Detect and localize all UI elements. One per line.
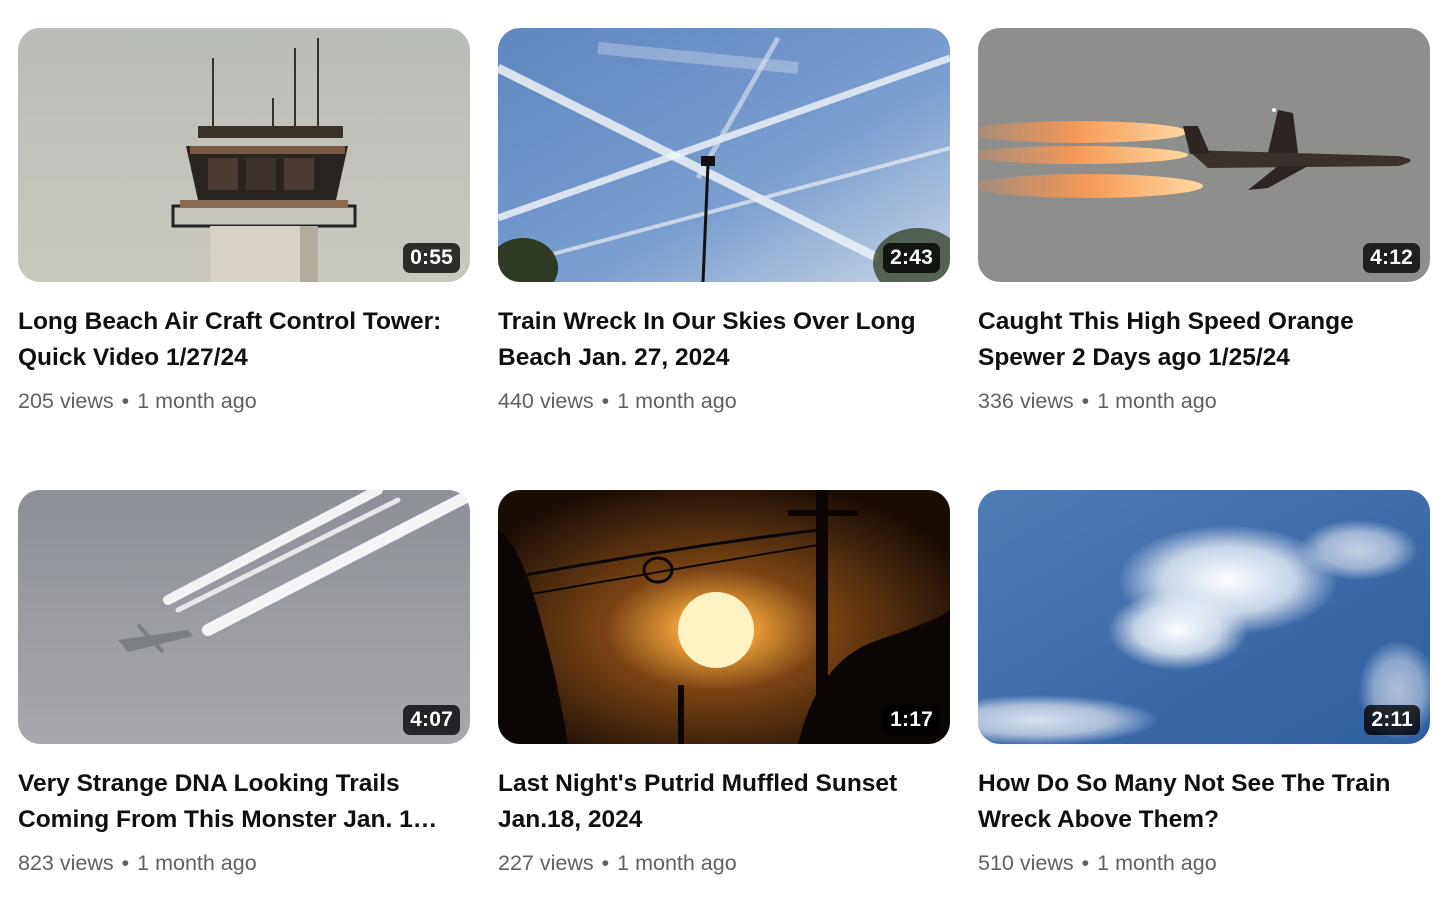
upload-age: 1 month ago: [137, 389, 257, 413]
separator-dot: •: [1081, 851, 1090, 875]
upload-age: 1 month ago: [617, 851, 737, 875]
separator-dot: •: [601, 389, 610, 413]
video-title[interactable]: Train Wreck In Our Skies Over Long Beach…: [498, 304, 938, 376]
video-thumbnail[interactable]: 1:17: [498, 490, 950, 744]
control-tower-image: [18, 28, 470, 282]
duration-badge: 1:17: [883, 705, 940, 735]
separator-dot: •: [601, 851, 610, 875]
view-count: 336 views: [978, 389, 1074, 413]
video-thumbnail[interactable]: 2:11: [978, 490, 1430, 744]
video-title[interactable]: Very Strange DNA Looking Trails Coming F…: [18, 766, 458, 838]
upload-age: 1 month ago: [137, 851, 257, 875]
video-title[interactable]: Last Night's Putrid Muffled Sunset Jan.1…: [498, 766, 938, 838]
video-thumbnail[interactable]: 4:07: [18, 490, 470, 744]
video-card[interactable]: 2:43 Train Wreck In Our Skies Over Long …: [498, 28, 950, 416]
separator-dot: •: [1081, 389, 1090, 413]
jet-with-orange-trails-image: [978, 28, 1430, 282]
view-count: 440 views: [498, 389, 594, 413]
video-metadata: 227 views • 1 month ago: [498, 848, 950, 878]
video-title[interactable]: Long Beach Air Craft Control Tower: Quic…: [18, 304, 458, 376]
video-thumbnail[interactable]: 4:12: [978, 28, 1430, 282]
video-thumbnail[interactable]: 2:43: [498, 28, 950, 282]
upload-age: 1 month ago: [1097, 389, 1217, 413]
duration-badge: 0:55: [403, 243, 460, 273]
video-metadata: 440 views • 1 month ago: [498, 386, 950, 416]
view-count: 510 views: [978, 851, 1074, 875]
duration-badge: 4:07: [403, 705, 460, 735]
video-title[interactable]: How Do So Many Not See The Train Wreck A…: [978, 766, 1418, 838]
video-card[interactable]: 1:17 Last Night's Putrid Muffled Sunset …: [498, 490, 950, 878]
video-metadata: 823 views • 1 month ago: [18, 848, 470, 878]
separator-dot: •: [121, 851, 130, 875]
video-metadata: 510 views • 1 month ago: [978, 848, 1430, 878]
duration-badge: 2:11: [1364, 705, 1420, 735]
crossed-contrails-image: [498, 28, 950, 282]
view-count: 823 views: [18, 851, 114, 875]
video-card[interactable]: 0:55 Long Beach Air Craft Control Tower:…: [18, 28, 470, 416]
duration-badge: 2:43: [883, 243, 940, 273]
upload-age: 1 month ago: [617, 389, 737, 413]
cloud-sky-image: [978, 490, 1430, 744]
video-card[interactable]: 4:07 Very Strange DNA Looking Trails Com…: [18, 490, 470, 878]
duration-badge: 4:12: [1363, 243, 1420, 273]
video-card[interactable]: 2:11 How Do So Many Not See The Train Wr…: [978, 490, 1430, 878]
sunset-image: [498, 490, 950, 744]
aircraft-trails-image: [18, 490, 470, 744]
view-count: 205 views: [18, 389, 114, 413]
video-metadata: 336 views • 1 month ago: [978, 386, 1430, 416]
upload-age: 1 month ago: [1097, 851, 1217, 875]
video-metadata: 205 views • 1 month ago: [18, 386, 470, 416]
video-card[interactable]: 4:12 Caught This High Speed Orange Spewe…: [978, 28, 1430, 416]
video-thumbnail[interactable]: 0:55: [18, 28, 470, 282]
view-count: 227 views: [498, 851, 594, 875]
video-title[interactable]: Caught This High Speed Orange Spewer 2 D…: [978, 304, 1418, 376]
separator-dot: •: [121, 389, 130, 413]
